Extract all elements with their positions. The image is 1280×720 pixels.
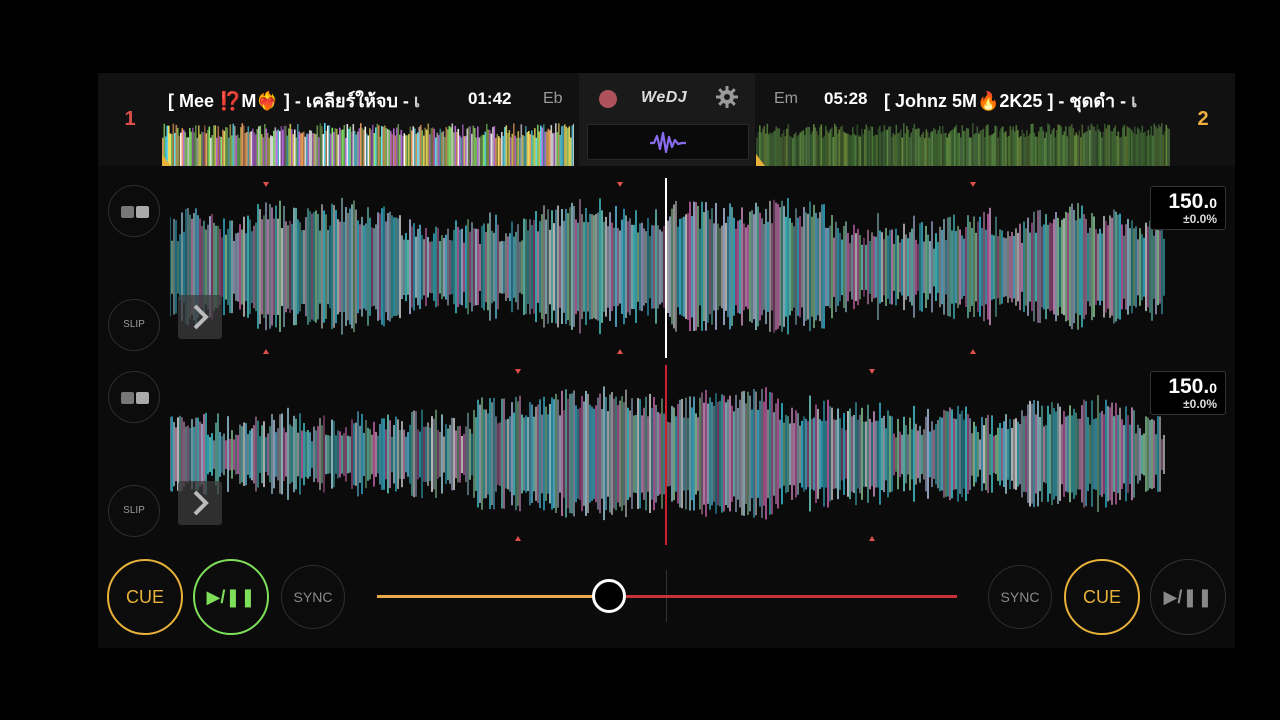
deck2-waveform[interactable] — [169, 365, 1165, 545]
deck2-loop-button[interactable] — [108, 371, 160, 423]
chevron-right-icon — [193, 490, 209, 516]
crossfader-track-right[interactable] — [609, 595, 957, 598]
deck2-sync-button[interactable]: SYNC — [988, 565, 1052, 629]
brand-logo: WeDJ — [641, 89, 688, 106]
deck1-time: 01:42 — [468, 89, 512, 108]
deck1-play-pause-button[interactable]: ▶/❚❚ — [193, 559, 269, 635]
deck1-number: 1 — [124, 108, 136, 130]
deck1-slip-button[interactable]: SLIP — [108, 299, 160, 351]
deck1-bpm-int: 150. — [1168, 190, 1210, 213]
dj-app: 1 [ Mee ⁉️M❤️‍🔥 ] - เคลียร์ให้จบ - เ 01:… — [98, 73, 1235, 648]
deck1-expand-button[interactable] — [178, 295, 222, 339]
deck2-play-pause-button[interactable]: ▶/❚❚ — [1150, 559, 1226, 635]
deck1-loop-button[interactable] — [108, 185, 160, 237]
deck1-overview-waveform[interactable] — [162, 123, 574, 166]
deck1-key: Eb — [543, 90, 563, 107]
deck1-pitch: ±0.0% — [1183, 212, 1217, 226]
waveform-icon — [650, 131, 686, 154]
deck2-slip-button[interactable]: SLIP — [108, 485, 160, 537]
deck1-bpm-dec: 0 — [1209, 195, 1217, 211]
deck1-waveform[interactable] — [169, 178, 1165, 358]
record-icon[interactable] — [599, 90, 617, 108]
deck1-cue-button[interactable]: CUE — [107, 559, 183, 635]
deck2-cue-marker — [756, 154, 765, 166]
gear-icon[interactable] — [715, 85, 739, 109]
deck1-slip-label: SLIP — [123, 319, 145, 330]
center-panel: WeDJ — [579, 73, 755, 166]
deck2-cue-button[interactable]: CUE — [1064, 559, 1140, 635]
deck2-bpm-display[interactable]: 150.0 ±0.0% — [1150, 371, 1226, 415]
deck2-expand-button[interactable] — [178, 481, 222, 525]
deck1-bpm-display[interactable]: 150.0 ±0.0% — [1150, 186, 1226, 230]
loop-icon — [121, 206, 149, 218]
deck1-track-title[interactable]: [ Mee ⁉️M❤️‍🔥 ] - เคลียร์ให้จบ - เ — [168, 86, 450, 115]
deck2-slip-label: SLIP — [123, 505, 145, 516]
deck2-overview-waveform[interactable] — [756, 123, 1170, 166]
deck2-time: 05:28 — [824, 89, 868, 108]
deck2-bpm-int: 150. — [1168, 375, 1210, 398]
header-bar: 1 [ Mee ⁉️M❤️‍🔥 ] - เคลียร์ให้จบ - เ 01:… — [98, 73, 1235, 166]
crossfader-track-left[interactable] — [377, 595, 609, 598]
deck2-track-title[interactable]: [ Johnz 5M🔥2K25 ] - ชุดดำ - เ — [884, 86, 1167, 115]
deck1-cue-marker — [162, 154, 171, 166]
crossfader-knob[interactable] — [592, 579, 626, 613]
deck2-key: Em — [774, 90, 798, 107]
deck1-bpm-value: 150.0 — [1168, 190, 1217, 214]
deck2-bpm-value: 150.0 — [1168, 375, 1217, 399]
deck2-pitch: ±0.0% — [1183, 397, 1217, 411]
deck1-sync-button[interactable]: SYNC — [281, 565, 345, 629]
deck2-bpm-dec: 0 — [1209, 380, 1217, 396]
deck2-number: 2 — [1197, 108, 1209, 130]
loop-icon — [121, 392, 149, 404]
chevron-right-icon — [193, 304, 209, 330]
waveform-view-button[interactable] — [587, 124, 749, 160]
